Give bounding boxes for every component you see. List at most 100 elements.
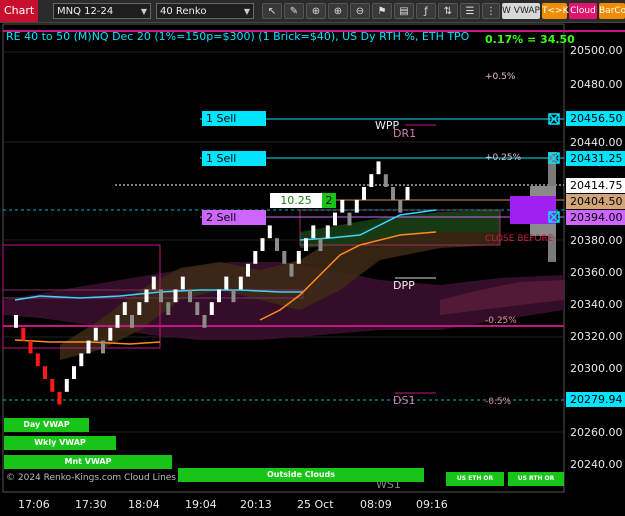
level-minus-025: -0.25% [485, 316, 517, 326]
renko-brick [304, 238, 308, 251]
outside-clouds-bar: Outside Clouds [178, 468, 424, 482]
bar-type-selector[interactable]: 40 Renko ▼ [156, 3, 254, 19]
x-tick: 20:13 [240, 498, 272, 511]
sell-lmt-order-2[interactable]: 1 Sell LMT [202, 151, 266, 180]
y-tick: 20380.00 [570, 234, 623, 247]
pct-change: 0.17% = 34.50 [485, 33, 575, 46]
renko-brick [224, 276, 229, 290]
renko-brick [246, 263, 250, 277]
strategy-button[interactable]: ⇅ [438, 3, 458, 19]
renko-brick [289, 263, 294, 277]
instrument-selector[interactable]: MNQ 12-24 ▼ [53, 3, 151, 19]
x-tick: 17:06 [18, 498, 50, 511]
y-tick: 20480.00 [570, 78, 623, 91]
flag-icon: ⚑ [377, 6, 387, 17]
ds1-price-marker: 20279.94 [566, 392, 625, 407]
sell-lmt-2-price-marker: 20431.25 [566, 151, 625, 166]
sell-slm-order[interactable]: 2 Sell SLM [202, 210, 266, 239]
renko-brick [340, 199, 345, 213]
renko-brick [405, 187, 410, 200]
renko-brick [108, 327, 113, 341]
x-tick: 18:04 [128, 498, 160, 511]
wvwap-button[interactable]: W VWAP [502, 3, 540, 19]
renko-brick [21, 327, 26, 341]
zoom-out-icon: ⊖ [355, 6, 365, 17]
y-tick: 20240.00 [570, 458, 623, 471]
wkly-vwap-bar: Wkly VWAP [4, 436, 116, 450]
renko-brick [325, 225, 330, 239]
zoom-in-button[interactable]: ⊕ [328, 3, 348, 19]
renko-brick [296, 251, 301, 264]
more-icon: ⋮ [486, 6, 496, 17]
crosshair-icon: ⊕ [311, 6, 321, 17]
chart-title: RE 40 to 50 (M)NQ Dec 20 (1%=150p=$300) … [6, 30, 470, 43]
layers-button[interactable]: ▤ [394, 3, 414, 19]
level-ds1: DS1 [393, 394, 416, 407]
chart-tab[interactable]: Chart [0, 0, 38, 22]
indicators-icon: ƒ [424, 6, 428, 17]
y-tick: 20500.00 [570, 44, 623, 57]
sell-lmt-order-1[interactable]: 1 Sell LMT [202, 111, 266, 140]
barco-button[interactable]: BarCo [599, 3, 625, 19]
flag-button[interactable]: ⚑ [372, 3, 392, 19]
chevron-down-icon: ▼ [140, 7, 147, 16]
y-tick: 20360.00 [570, 266, 623, 279]
x-tick: 19:04 [185, 498, 217, 511]
renko-brick [311, 225, 316, 239]
properties-button[interactable]: ☰ [460, 3, 480, 19]
indicators-button[interactable]: ƒ [416, 3, 436, 19]
pointer-tool-button[interactable]: ↖ [262, 3, 282, 19]
renko-brick [260, 238, 265, 251]
renko-brick [362, 187, 366, 200]
bar-type-value: 40 Renko [160, 6, 207, 17]
renko-brick [122, 302, 127, 315]
renko-brick [217, 289, 221, 303]
renko-brick [195, 302, 200, 315]
renko-brick [14, 315, 18, 328]
tk-button[interactable]: T<>K [542, 3, 568, 19]
cloud-button[interactable]: Cloud [569, 3, 597, 19]
renko-brick [159, 289, 163, 303]
draw-tool-button[interactable]: ✎ [284, 3, 304, 19]
renko-brick [231, 289, 236, 303]
level-plus-025: +0.25% [485, 153, 522, 163]
renko-brick [253, 251, 258, 264]
position-qty[interactable]: 2 [322, 193, 336, 208]
renko-brick [188, 289, 192, 303]
renko-brick [151, 276, 156, 290]
y-tick: 20300.00 [570, 362, 623, 375]
mnt-vwap-bar: Mnt VWAP [4, 455, 172, 469]
renko-brick [144, 289, 149, 303]
renko-brick [57, 391, 62, 405]
zoom-out-button[interactable]: ⊖ [350, 3, 370, 19]
level-dr1: DR1 [393, 127, 417, 140]
chevron-down-icon: ▼ [243, 7, 250, 16]
position-pnl[interactable]: 10.25 [270, 193, 322, 208]
toolbar: Chart MNQ 12-24 ▼ 40 Renko ▼ ↖ ✎ ⊕ ⊕ ⊖ ⚑… [0, 0, 625, 23]
y-tick: 20320.00 [570, 330, 623, 343]
renko-brick [267, 225, 272, 239]
renko-brick [347, 212, 352, 226]
properties-icon: ☰ [465, 6, 475, 17]
x-tick: 17:30 [75, 498, 107, 511]
x-tick: 08:09 [360, 498, 392, 511]
crosshair-button[interactable]: ⊕ [306, 3, 326, 19]
level-plus-05: +0.5% [485, 72, 516, 82]
y-tick: 20340.00 [570, 298, 623, 311]
renko-brick [173, 289, 178, 303]
renko-brick [115, 315, 120, 328]
more-button[interactable]: ⋮ [482, 3, 500, 19]
renko-brick [275, 238, 279, 251]
renko-brick [376, 161, 381, 175]
renko-brick [180, 276, 185, 290]
renko-brick [391, 187, 395, 200]
renko-brick [101, 340, 105, 354]
strategy-icon: ⇅ [443, 6, 453, 17]
us-rth-or-bar: US RTH OR [508, 472, 564, 486]
renko-brick [43, 366, 47, 379]
layers-icon: ▤ [399, 6, 409, 17]
zoom-in-icon: ⊕ [333, 6, 343, 17]
level-minus-05: -0.5% [485, 397, 512, 407]
copyright-credit: © 2024 Renko-Kings.com Cloud Lines [6, 473, 176, 483]
sell-lmt-1-price-marker: 20456.50 [566, 111, 625, 126]
